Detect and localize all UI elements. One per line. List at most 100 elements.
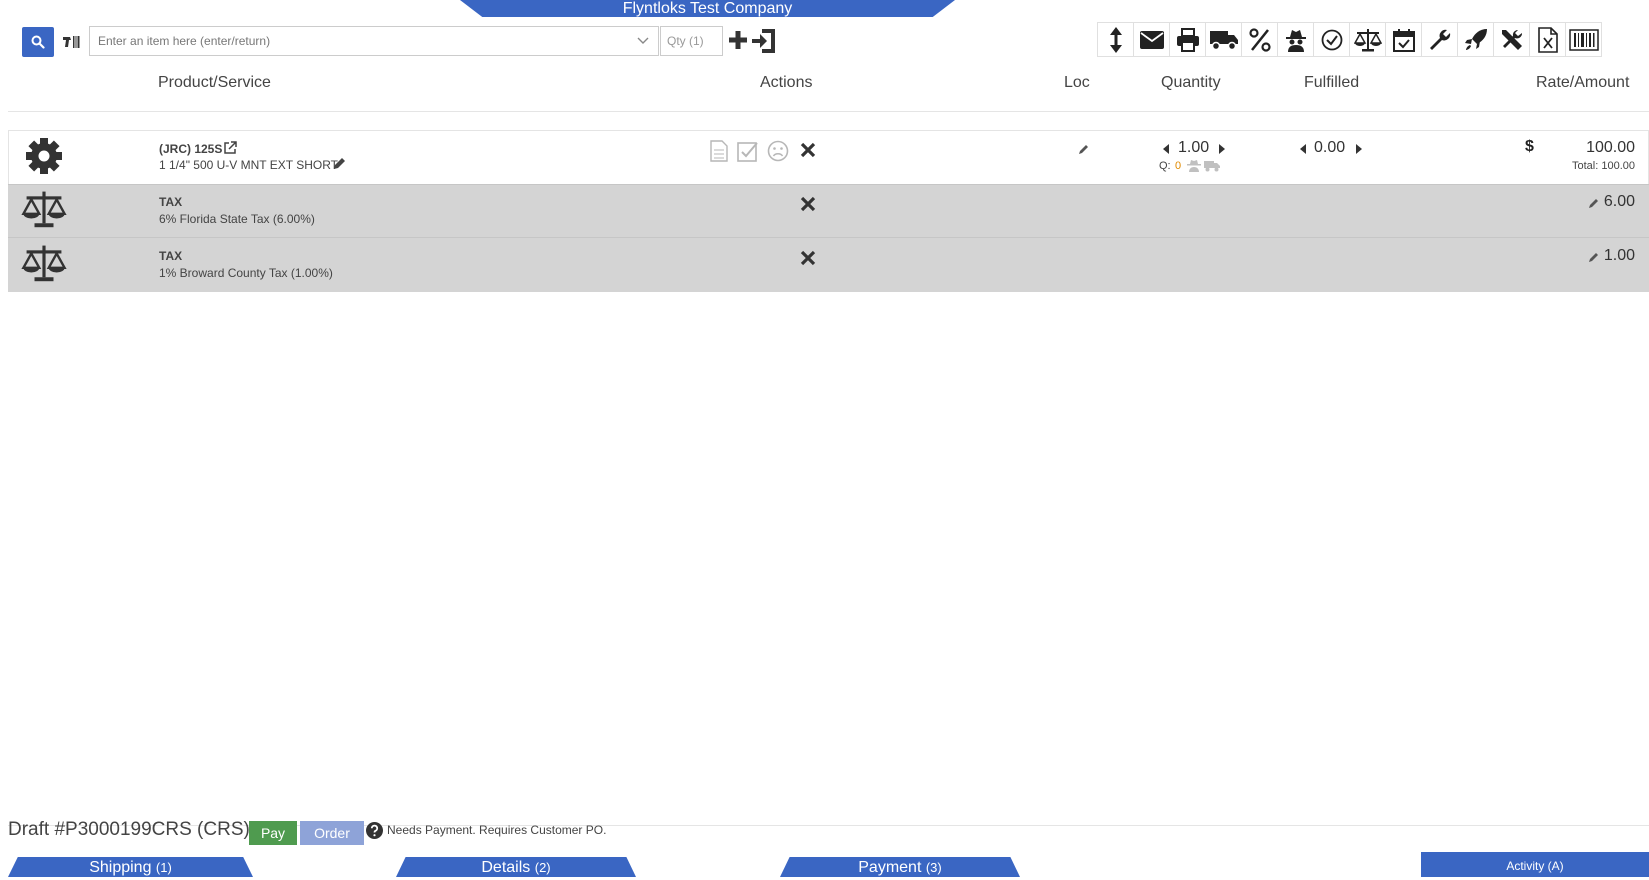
item-code: (JRC) 125S (159, 142, 223, 156)
tax-row[interactable] (8, 237, 1649, 292)
shipping-button[interactable] (1205, 22, 1242, 57)
tax-description: 1% Broward County Tax (1.00%) (159, 266, 333, 280)
envelope-icon (1139, 30, 1164, 49)
item-search-input[interactable] (89, 26, 659, 56)
tax-amount[interactable]: 6.00 (1604, 193, 1635, 211)
tab-count: (2) (534, 860, 551, 875)
search-icon (31, 35, 45, 49)
tax-amount[interactable]: 1.00 (1604, 247, 1635, 265)
truck-icon (1209, 30, 1238, 50)
percent-icon (1248, 27, 1271, 52)
settings-button[interactable] (1421, 22, 1458, 57)
discount-button[interactable] (1241, 22, 1278, 57)
help-icon[interactable] (366, 822, 383, 839)
fulfilled-decrease-icon[interactable] (1299, 143, 1307, 155)
quantity-value[interactable]: 1.00 (1178, 139, 1209, 157)
printer-icon (1176, 27, 1199, 52)
import-button[interactable] (751, 27, 777, 55)
spy-icon (1187, 160, 1201, 172)
external-link-icon[interactable] (223, 141, 237, 155)
wrench-icon (1429, 29, 1450, 50)
barcode-button[interactable] (1565, 22, 1602, 57)
print-button[interactable] (1169, 22, 1206, 57)
edit-pencil-icon[interactable] (1588, 251, 1600, 263)
launch-button[interactable] (1457, 22, 1494, 57)
order-button[interactable]: Order (300, 821, 364, 845)
tab-label: Details (481, 859, 531, 876)
remove-item-icon[interactable] (800, 142, 816, 158)
plus-icon (729, 31, 747, 49)
line-total: Total: 100.00 (1572, 160, 1635, 172)
tab-shipping[interactable]: Shipping (1) (8, 857, 253, 877)
calendar-check-icon (1392, 28, 1415, 52)
resize-vertical-icon (1109, 26, 1122, 53)
q-value: 0 (1175, 160, 1182, 172)
tab-count: (1) (155, 860, 172, 875)
column-header-product: Product/Service (158, 74, 271, 91)
header-divider (8, 111, 1649, 112)
column-header-loc: Loc (1064, 74, 1090, 91)
edit-pencil-icon[interactable] (1588, 197, 1600, 209)
quantity-increase-icon[interactable] (1218, 143, 1226, 155)
tab-label: Shipping (89, 859, 152, 876)
tools-button[interactable] (1493, 22, 1530, 57)
pay-button[interactable]: Pay (249, 821, 297, 845)
resize-vertical-button[interactable] (1097, 22, 1134, 57)
checkbox-icon[interactable] (737, 140, 759, 162)
tab-details[interactable]: Details (2) (396, 857, 636, 877)
column-header-quantity: Quantity (1161, 74, 1221, 91)
barcode-scanner-icon (63, 36, 80, 48)
document-icon[interactable] (710, 140, 728, 162)
tax-type: TAX (159, 249, 183, 263)
tax-row[interactable] (8, 184, 1649, 237)
draft-title: Draft #P3000199CRS (CRS) (8, 819, 250, 840)
tab-label: Payment (858, 859, 922, 876)
gear-icon (26, 138, 62, 174)
tab-payment[interactable]: Payment (3) (780, 857, 1020, 877)
incognito-button[interactable] (1277, 22, 1314, 57)
fulfilled-increase-icon[interactable] (1355, 143, 1363, 155)
edit-pencil-icon[interactable] (333, 157, 346, 170)
rocket-icon (1464, 28, 1487, 50)
tools-icon (1501, 29, 1522, 50)
q-label: Q: (1159, 160, 1171, 172)
tax-description: 6% Florida State Tax (6.00%) (159, 212, 315, 226)
activity-tab[interactable]: Activity (A) (1421, 852, 1649, 877)
spy-icon (1285, 29, 1306, 52)
truck-icon (1204, 161, 1220, 172)
search-button[interactable] (22, 27, 54, 57)
frown-icon[interactable] (767, 140, 789, 162)
item-description: 1 1/4" 500 U-V MNT EXT SHORT (159, 158, 338, 172)
status-message: Needs Payment. Requires Customer PO. (387, 823, 607, 837)
add-item-button[interactable] (727, 27, 749, 53)
approve-button[interactable] (1313, 22, 1350, 57)
column-header-rate: Rate/Amount (1536, 74, 1630, 91)
remove-tax-icon[interactable] (800, 250, 816, 266)
tab-count: (3) (925, 860, 942, 875)
excel-file-icon (1537, 26, 1558, 53)
column-header-actions: Actions (760, 74, 813, 91)
fulfilled-value[interactable]: 0.00 (1314, 139, 1345, 157)
action-toolbar (1097, 22, 1602, 58)
scale-icon (21, 245, 67, 282)
barcode-scanner-button[interactable] (60, 30, 82, 54)
line-item-row[interactable] (8, 130, 1649, 184)
tax-button[interactable] (1349, 22, 1386, 57)
rate-value[interactable]: 100.00 (1586, 139, 1635, 157)
schedule-button[interactable] (1385, 22, 1422, 57)
company-name-tab[interactable]: Flyntloks Test Company (460, 0, 955, 17)
column-header-fulfilled: Fulfilled (1304, 74, 1360, 91)
quantity-input[interactable] (660, 26, 723, 56)
tax-type: TAX (159, 195, 183, 209)
email-button[interactable] (1133, 22, 1170, 57)
scale-icon (21, 191, 67, 228)
quantity-decrease-icon[interactable] (1162, 143, 1170, 155)
scale-icon (1353, 28, 1382, 51)
currency-symbol: $ (1525, 138, 1534, 155)
chevron-down-icon[interactable] (636, 33, 650, 47)
export-excel-button[interactable] (1529, 22, 1566, 57)
remove-tax-icon[interactable] (800, 196, 816, 212)
location-edit-icon[interactable] (1078, 143, 1090, 155)
barcode-icon (1568, 28, 1599, 51)
check-circle-icon (1321, 29, 1342, 50)
